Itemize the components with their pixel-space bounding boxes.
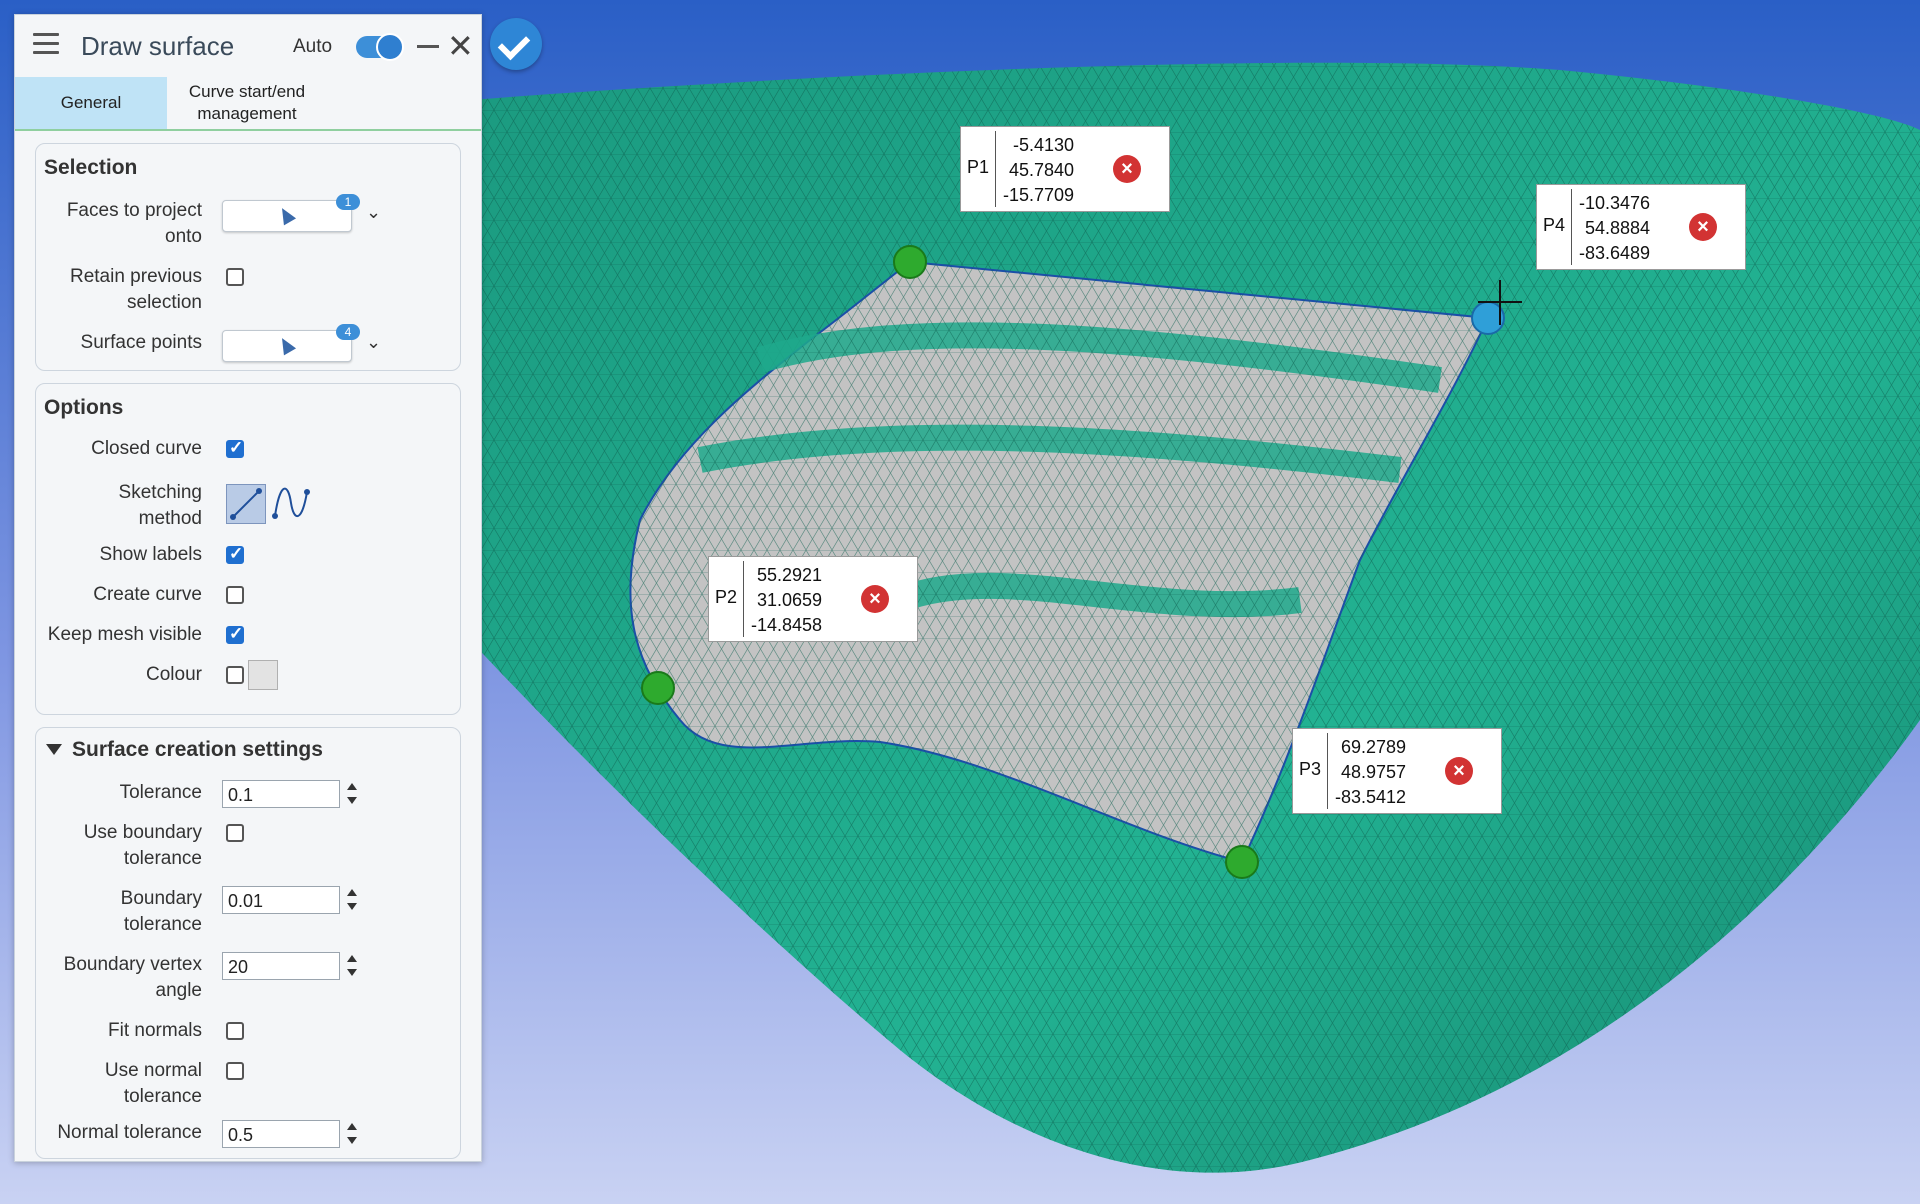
close-icon[interactable]: ✕ <box>447 30 474 62</box>
point-name: P2 <box>715 587 738 607</box>
minimize-icon[interactable] <box>417 45 439 48</box>
selection-title: Selection <box>44 156 138 179</box>
point-z: -14.8458 <box>751 615 823 635</box>
point-p3-marker <box>1225 845 1259 879</box>
fit-normals-label: Fit normals <box>108 1020 202 1041</box>
use-boundary-tolerance-label: Use boundary tolerance <box>83 822 202 869</box>
point-z: -83.6489 <box>1579 243 1651 263</box>
delete-point-icon[interactable]: × <box>861 585 889 613</box>
faces-to-project-label: Faces to project onto <box>66 200 202 247</box>
chevron-down-icon[interactable]: ⌄ <box>366 202 381 223</box>
use-boundary-tolerance-checkbox[interactable] <box>226 824 244 842</box>
surface-points-count-badge: 4 <box>336 324 360 340</box>
closed-curve-label: Closed curve <box>91 438 202 459</box>
show-labels-checkbox[interactable] <box>226 544 244 564</box>
surface-creation-settings-group: Surface creation settings Tolerance 0.1 … <box>35 727 461 1159</box>
normal-tolerance-input[interactable]: 0.5 <box>222 1120 340 1148</box>
retain-previous-label: Retain previous selection <box>69 266 202 313</box>
panel-titlebar: Draw surface Auto ✕ <box>15 15 481 77</box>
show-labels-label: Show labels <box>99 544 202 565</box>
faces-count-badge: 1 <box>336 194 360 210</box>
normal-tolerance-label: Normal tolerance <box>57 1122 202 1143</box>
surface-points-picker[interactable] <box>222 330 352 362</box>
colour-swatch[interactable] <box>248 660 278 690</box>
colour-checkbox[interactable] <box>226 666 244 684</box>
auto-label: Auto <box>293 36 333 57</box>
point-x: -5.4130 <box>1013 135 1075 155</box>
retain-previous-checkbox[interactable] <box>226 268 244 286</box>
point-name: P3 <box>1299 759 1322 779</box>
tolerance-label: Tolerance <box>119 782 202 803</box>
point-y: 45.7840 <box>1008 160 1075 180</box>
draw-surface-panel: Draw surface Auto ✕ General Curve start/… <box>14 14 482 1162</box>
keep-mesh-visible-checkbox[interactable] <box>226 624 244 644</box>
boundary-tolerance-label: Boundary tolerance <box>120 888 202 935</box>
fit-normals-checkbox[interactable] <box>226 1022 244 1040</box>
faces-picker[interactable] <box>222 200 352 232</box>
use-normal-tolerance-checkbox[interactable] <box>226 1062 244 1080</box>
point-name: P1 <box>967 157 990 177</box>
point-name: P4 <box>1543 215 1566 235</box>
colour-label: Colour <box>146 664 202 685</box>
straight-line-icon[interactable] <box>226 484 266 524</box>
auto-toggle[interactable] <box>356 33 404 61</box>
pointer-icon <box>275 334 297 356</box>
spline-curve-icon[interactable] <box>272 484 310 522</box>
point-y: 48.9757 <box>1340 762 1407 782</box>
delete-point-icon[interactable]: × <box>1113 155 1141 183</box>
keep-mesh-visible-label: Keep mesh visible <box>47 624 202 645</box>
delete-point-icon[interactable]: × <box>1445 757 1473 785</box>
panel-title: Draw surface <box>81 31 235 61</box>
point-label-p3: P3 69.2789 48.9757 -83.5412 × <box>1292 728 1502 814</box>
point-z: -15.7709 <box>1003 185 1075 205</box>
point-label-p2: P2 55.2921 31.0659 -14.8458 × <box>708 556 918 642</box>
normal-tolerance-spinner[interactable] <box>346 1120 358 1148</box>
point-x: 55.2921 <box>756 565 823 585</box>
point-label-p1: P1 -5.4130 45.7840 -15.7709 × <box>960 126 1170 212</box>
boundary-vertex-angle-input[interactable]: 20 <box>222 952 340 980</box>
boundary-vertex-angle-label: Boundary vertex angle <box>63 954 202 1001</box>
point-x: 69.2789 <box>1340 737 1407 757</box>
create-curve-label: Create curve <box>93 584 202 605</box>
point-z: -83.5412 <box>1335 787 1407 807</box>
boundary-tolerance-spinner[interactable] <box>346 886 358 914</box>
options-title: Options <box>44 396 124 419</box>
confirm-button[interactable] <box>490 18 542 70</box>
boundary-vertex-angle-spinner[interactable] <box>346 952 358 980</box>
chevron-down-icon[interactable]: ⌄ <box>366 332 381 353</box>
tab-curve-start-end-management[interactable]: Curve start/end management <box>167 77 327 129</box>
surface-settings-title: Surface creation settings <box>72 738 323 761</box>
point-label-p4: P4 -10.3476 54.8884 -83.6489 × <box>1536 184 1746 270</box>
options-group: Options Closed curve Sketching method Sh… <box>35 383 461 715</box>
sketching-method-label: Sketching method <box>118 482 202 529</box>
tab-general[interactable]: General <box>15 77 167 129</box>
boundary-tolerance-input[interactable]: 0.01 <box>222 886 340 914</box>
tolerance-input[interactable]: 0.1 <box>222 780 340 808</box>
point-x: -10.3476 <box>1579 193 1651 213</box>
pointer-icon <box>275 204 297 226</box>
hamburger-menu-icon[interactable] <box>33 33 59 57</box>
surface-points-label: Surface points <box>80 332 202 353</box>
point-y: 31.0659 <box>756 590 823 610</box>
closed-curve-checkbox[interactable] <box>226 438 244 458</box>
point-y: 54.8884 <box>1584 218 1651 238</box>
tolerance-spinner[interactable] <box>346 780 358 808</box>
create-curve-checkbox[interactable] <box>226 586 244 604</box>
collapse-triangle-icon[interactable] <box>46 744 62 755</box>
point-p2-marker <box>641 671 675 705</box>
panel-tabs: General Curve start/end management <box>15 77 481 131</box>
use-normal-tolerance-label: Use normal tolerance <box>104 1060 202 1107</box>
point-p1-marker <box>893 245 927 279</box>
selection-group: Selection Faces to project onto 1 ⌄ Reta… <box>35 143 461 371</box>
delete-point-icon[interactable]: × <box>1689 213 1717 241</box>
